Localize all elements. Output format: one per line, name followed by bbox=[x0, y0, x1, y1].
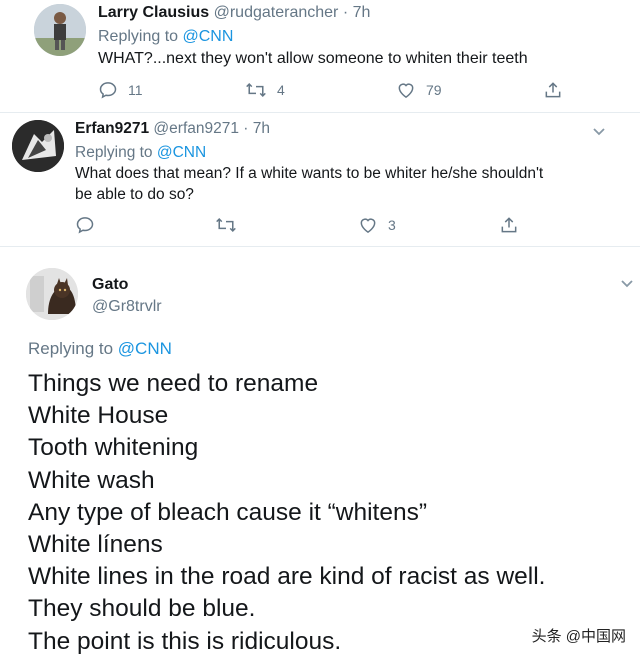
tweet-text-line: be able to do so? bbox=[75, 186, 194, 203]
tweet-text-line: What does that mean? If a white wants to… bbox=[75, 165, 544, 182]
tweet-text-line: They should be blue. bbox=[28, 595, 256, 623]
chevron-down-icon bbox=[592, 124, 606, 141]
retweet-count: 4 bbox=[277, 82, 285, 98]
reply-button[interactable]: 11 bbox=[98, 80, 143, 100]
share-icon bbox=[499, 215, 519, 235]
avatar[interactable] bbox=[34, 4, 86, 56]
timestamp[interactable]: · 7h bbox=[243, 120, 270, 137]
share-icon bbox=[543, 80, 563, 100]
like-icon bbox=[396, 80, 416, 100]
like-count: 3 bbox=[388, 217, 396, 233]
tweet-menu-button[interactable] bbox=[620, 276, 634, 294]
retweet-icon bbox=[245, 80, 267, 100]
reply-mention-link[interactable]: @CNN bbox=[183, 28, 234, 45]
retweet-button[interactable]: 4 bbox=[245, 80, 285, 100]
retweet-button[interactable] bbox=[215, 215, 237, 235]
like-button[interactable]: 79 bbox=[396, 80, 442, 100]
author-handle[interactable]: @rudgaterancher bbox=[214, 4, 339, 21]
divider bbox=[0, 246, 640, 247]
tweet-text-line: White lines in the road are kind of raci… bbox=[28, 563, 546, 591]
reply-icon bbox=[75, 215, 95, 235]
watermark-text: 头条 @中国网 bbox=[531, 628, 626, 645]
author-name[interactable]: Larry Clausius bbox=[98, 4, 209, 21]
author-handle[interactable]: @Gr8trvlr bbox=[92, 298, 162, 315]
tweet-text-line: White wash bbox=[28, 466, 155, 494]
watermark: 头条 @中国网 bbox=[532, 625, 626, 646]
tweet-text: WHAT?...next they won't allow someone to… bbox=[98, 50, 528, 67]
reply-button[interactable] bbox=[75, 215, 95, 235]
tweet-text-line: Tooth whitening bbox=[28, 434, 199, 462]
like-button[interactable]: 3 bbox=[358, 215, 396, 235]
replying-label: Replying to bbox=[75, 144, 153, 161]
share-button[interactable] bbox=[543, 80, 563, 100]
tweet-text: Things we need to rename White House Too… bbox=[28, 368, 545, 658]
retweet-icon bbox=[215, 215, 237, 235]
tweet-menu-button[interactable] bbox=[592, 124, 606, 142]
tweet-text-line: White línens bbox=[28, 531, 163, 559]
avatar[interactable] bbox=[12, 120, 64, 172]
reply-mention-link[interactable]: @CNN bbox=[157, 144, 206, 161]
tweet-text-line: Things we need to rename bbox=[28, 370, 319, 397]
tweet-text-line: Any type of bleach cause it “whitens” bbox=[28, 498, 428, 526]
reply-icon bbox=[98, 80, 118, 100]
share-button[interactable] bbox=[499, 215, 519, 235]
author-name[interactable]: Gato bbox=[92, 276, 128, 293]
divider bbox=[0, 112, 640, 113]
avatar[interactable] bbox=[26, 268, 78, 320]
reply-mention-link[interactable]: @CNN bbox=[118, 339, 172, 358]
like-icon bbox=[358, 215, 378, 235]
author-handle[interactable]: @erfan9271 bbox=[153, 120, 239, 137]
chevron-down-icon bbox=[620, 276, 634, 293]
tweet-text-line: White House bbox=[28, 402, 169, 430]
reply-count: 11 bbox=[128, 82, 143, 98]
like-count: 79 bbox=[426, 82, 442, 98]
tweet-text-line: The point is this is ridiculous. bbox=[28, 627, 342, 655]
replying-label: Replying to bbox=[28, 339, 114, 358]
replying-label: Replying to bbox=[98, 28, 179, 45]
author-name[interactable]: Erfan9271 bbox=[75, 120, 149, 137]
timestamp[interactable]: · 7h bbox=[343, 4, 371, 21]
